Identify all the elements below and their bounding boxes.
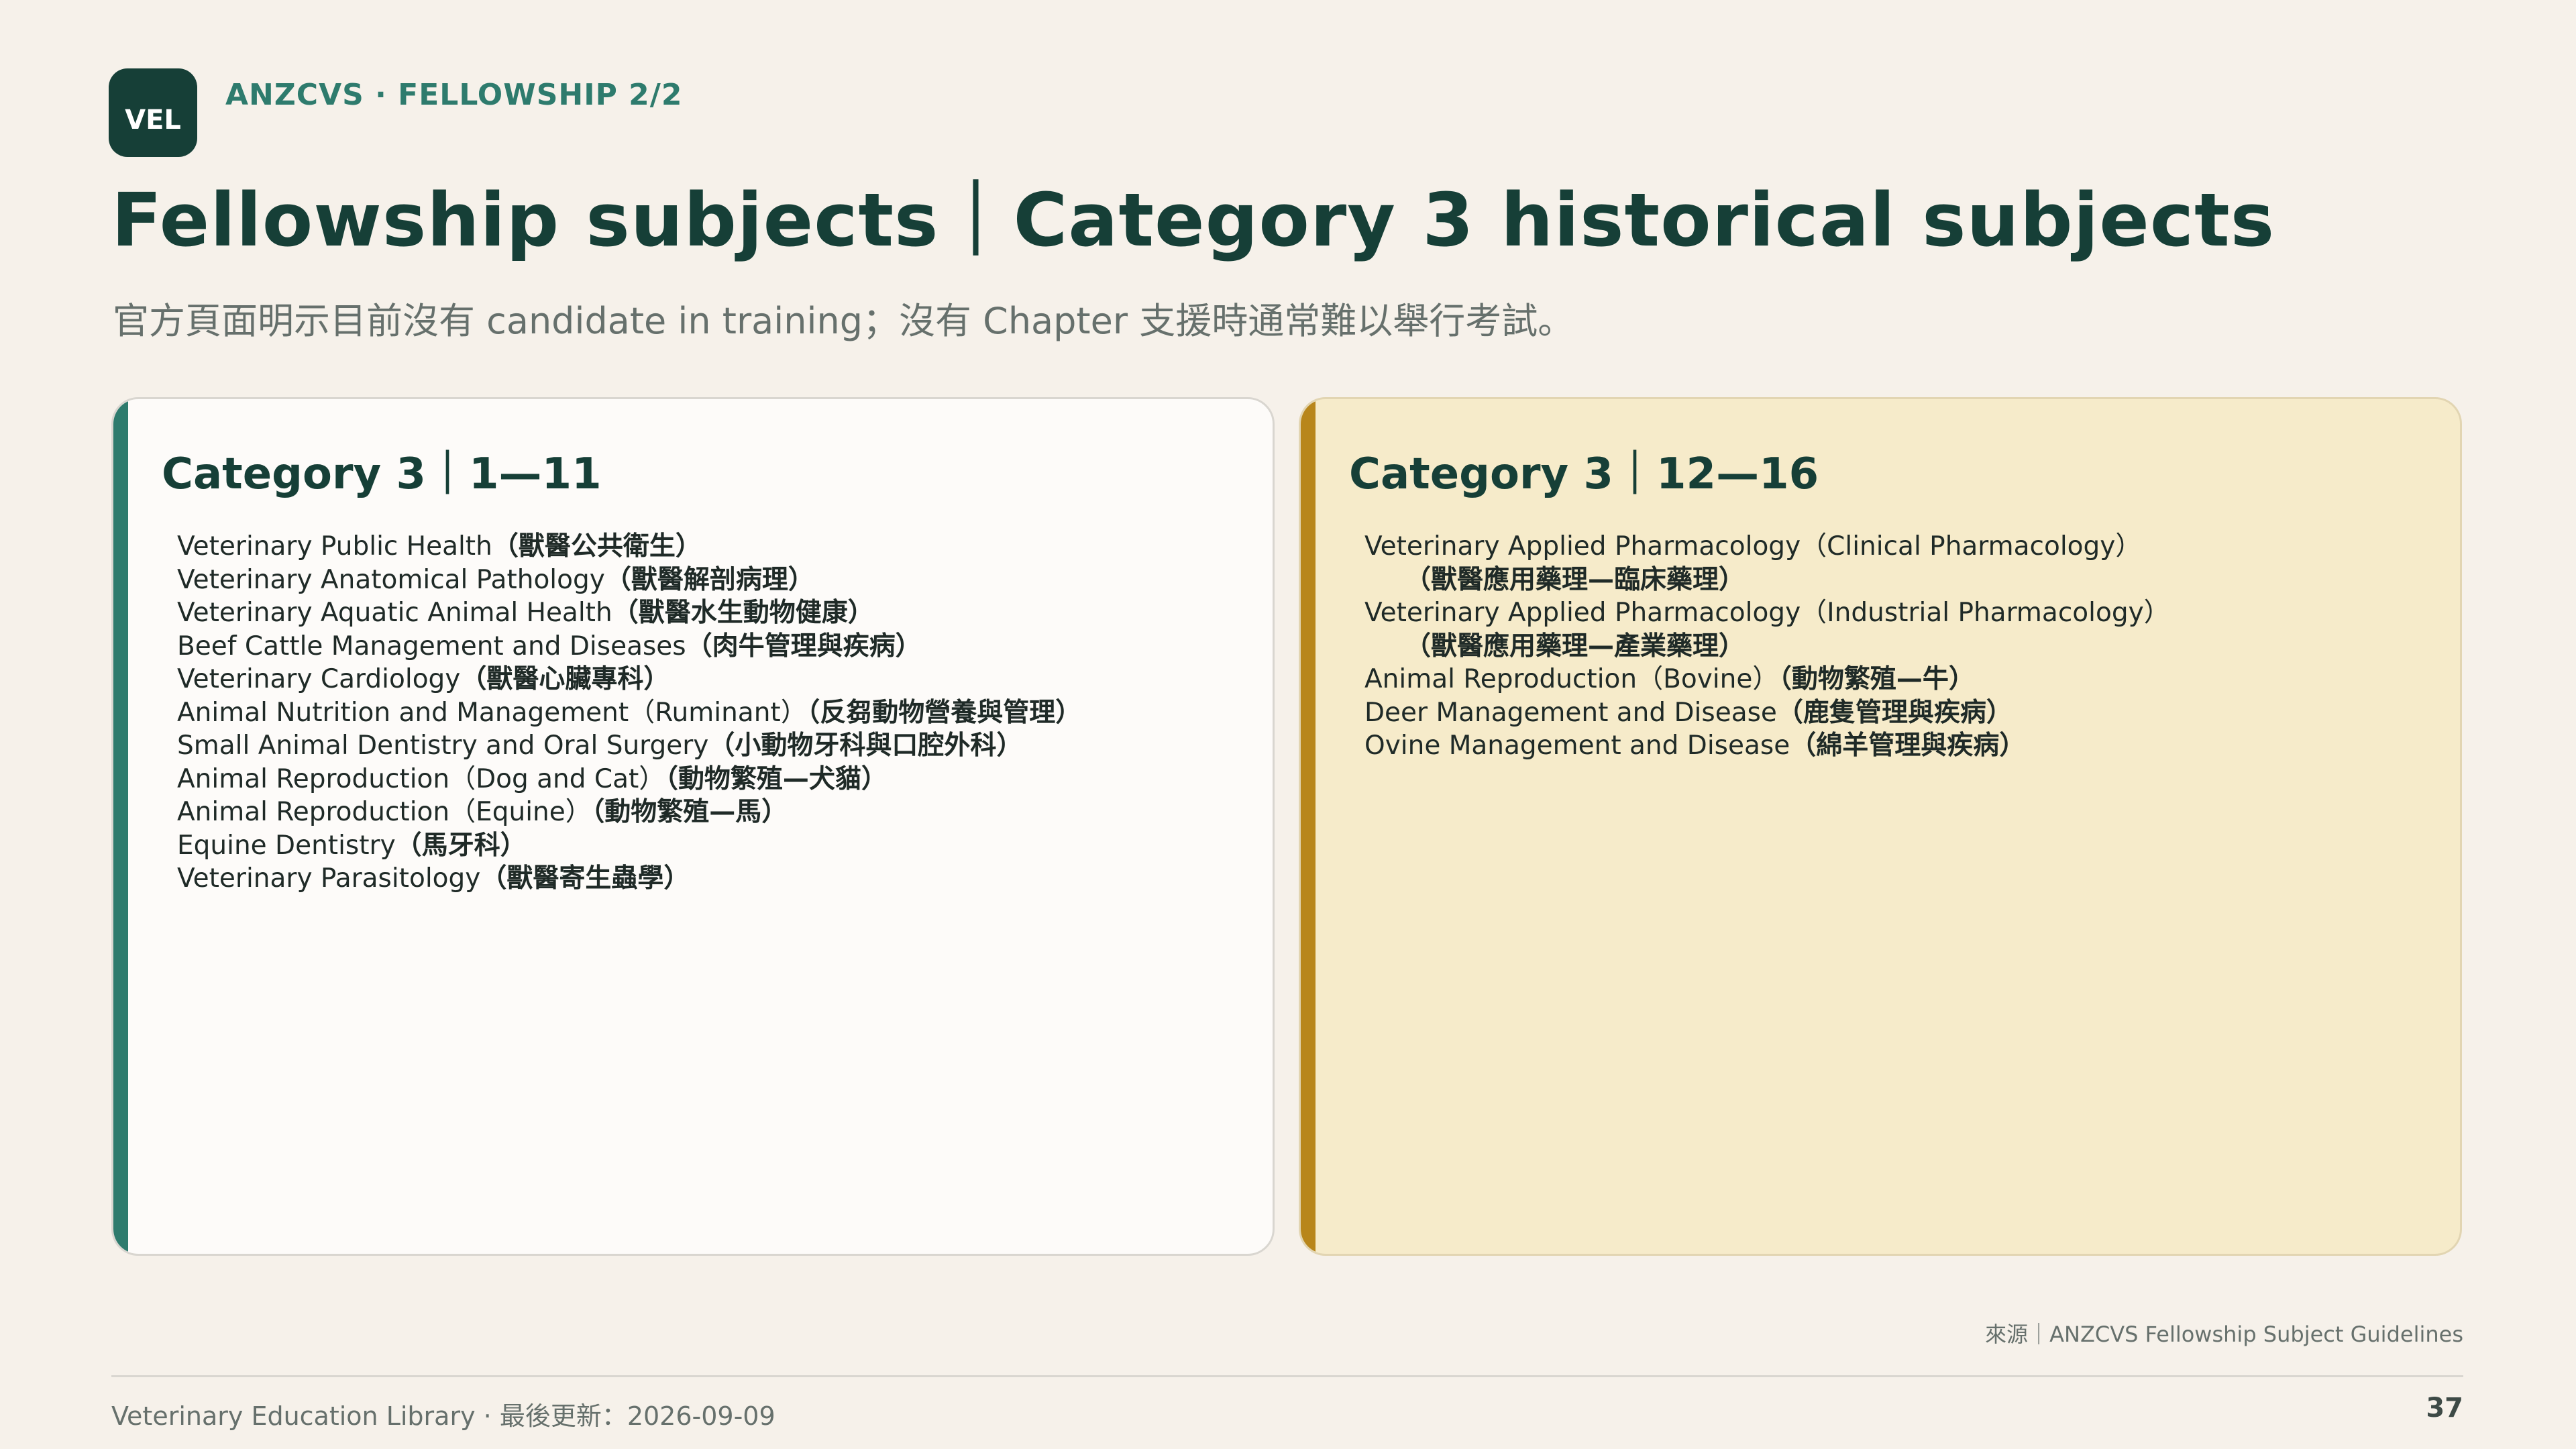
subject-zh: （反芻動物營養與管理） — [806, 697, 1082, 728]
subject-zh: （小動物牙科與口腔外科） — [708, 731, 1023, 761]
subject-zh: （鹿隻管理與疾病） — [1776, 697, 2012, 728]
list-item: Veterinary Public Health（獸醫公共衛生） — [177, 530, 1081, 564]
source-note: 來源｜ANZCVS Fellowship Subject Guidelines — [1985, 1322, 2463, 1347]
subject-en: Deer Management and Disease — [1364, 697, 1777, 728]
subject-zh: （肉牛管理與疾病） — [686, 631, 922, 661]
list-item: Equine Dentistry（馬牙科） — [177, 829, 1081, 863]
page-number: 37 — [2426, 1393, 2463, 1424]
subject-en: Equine Dentistry — [177, 830, 396, 861]
subject-zh: （動物繁殖—馬） — [591, 797, 788, 827]
subject-zh: （獸醫應用藥理—產業藥理） — [1405, 631, 1746, 661]
subject-en: Beef Cattle Management and Diseases — [177, 631, 686, 661]
subject-en: Veterinary Aquatic Animal Health — [177, 598, 612, 628]
list-item: Veterinary Applied Pharmacology（Industri… — [1364, 596, 2170, 663]
subject-zh: （動物繁殖—犬貓） — [665, 763, 888, 794]
list-item: Veterinary Parasitology（獸醫寄生蟲學） — [177, 862, 1081, 896]
subject-en: Veterinary Anatomical Pathology — [177, 564, 605, 595]
subject-en: Ovine Management and Disease — [1364, 731, 1790, 761]
subject-list: Veterinary Applied Pharmacology（Clinical… — [1364, 530, 2170, 763]
list-item: Animal Reproduction（Dog and Cat）（動物繁殖—犬貓… — [177, 763, 1081, 796]
subject-en: Animal Nutrition and Management（Ruminant… — [177, 697, 807, 728]
category-card-left: Category 3｜1—11 Veterinary Public Health… — [111, 397, 1275, 1256]
kicker: ANZCVS · FELLOWSHIP 2/2 — [225, 78, 683, 112]
list-item: Small Animal Dentistry and Oral Surgery（… — [177, 729, 1081, 763]
list-item: Veterinary Applied Pharmacology（Clinical… — [1364, 530, 2170, 596]
subject-list: Veterinary Public Health（獸醫公共衛生） Veterin… — [177, 530, 1081, 896]
card-accent-bar — [1301, 399, 1316, 1254]
subject-en: Animal Reproduction（Equine） — [177, 797, 592, 827]
subject-zh: （獸醫應用藥理—臨床藥理） — [1405, 564, 1746, 595]
list-item: Veterinary Cardiology（獸醫心臟專科） — [177, 663, 1081, 696]
list-item: Animal Nutrition and Management（Ruminant… — [177, 696, 1081, 730]
footer-text: Veterinary Education Library · 最後更新：2026… — [111, 1401, 775, 1431]
subject-en: Animal Reproduction（Dog and Cat） — [177, 763, 665, 794]
subject-en: Veterinary Cardiology — [177, 664, 461, 694]
list-item: Deer Management and Disease（鹿隻管理與疾病） — [1364, 696, 2170, 730]
list-item: Beef Cattle Management and Diseases（肉牛管理… — [177, 630, 1081, 663]
subject-zh: （獸醫心臟專科） — [460, 664, 670, 694]
card-accent-bar — [113, 399, 128, 1254]
subject-en: Veterinary Public Health — [177, 531, 492, 561]
page-title: Fellowship subjects｜Category 3 historica… — [111, 177, 2275, 263]
list-item: Ovine Management and Disease（綿羊管理與疾病） — [1364, 729, 2170, 763]
subject-zh: （獸醫水生動物健康） — [612, 598, 874, 628]
subject-en: Veterinary Applied Pharmacology（Industri… — [1364, 598, 2170, 628]
subject-zh: （綿羊管理與疾病） — [1790, 731, 2026, 761]
subject-en: Animal Reproduction（Bovine） — [1364, 664, 1779, 694]
list-item: Animal Reproduction（Equine）（動物繁殖—馬） — [177, 796, 1081, 829]
subject-en: Small Animal Dentistry and Oral Surgery — [177, 731, 709, 761]
list-item: Veterinary Aquatic Animal Health（獸醫水生動物健… — [177, 596, 1081, 630]
footer-divider — [111, 1375, 2463, 1377]
list-item: Veterinary Anatomical Pathology（獸醫解剖病理） — [177, 564, 1081, 597]
subject-en: Veterinary Parasitology — [177, 863, 481, 894]
category-card-right: Category 3｜12—16 Veterinary Applied Phar… — [1299, 397, 2462, 1256]
subject-zh: （獸醫公共衛生） — [492, 531, 702, 561]
list-item: Animal Reproduction（Bovine）（動物繁殖—牛） — [1364, 663, 2170, 696]
subject-en: Veterinary Applied Pharmacology（Clinical… — [1364, 531, 2142, 561]
page-subtitle: 官方頁面明示目前沒有 candidate in training；沒有 Chap… — [113, 300, 1574, 342]
subject-zh: （馬牙科） — [395, 830, 527, 861]
card-title: Category 3｜1—11 — [162, 449, 602, 499]
subject-zh: （動物繁殖—牛） — [1778, 664, 1975, 694]
subject-zh: （獸醫寄生蟲學） — [480, 863, 690, 894]
subject-zh: （獸醫解剖病理） — [604, 564, 814, 595]
logo-badge: VEL — [109, 68, 197, 157]
card-title: Category 3｜12—16 — [1349, 449, 1819, 499]
